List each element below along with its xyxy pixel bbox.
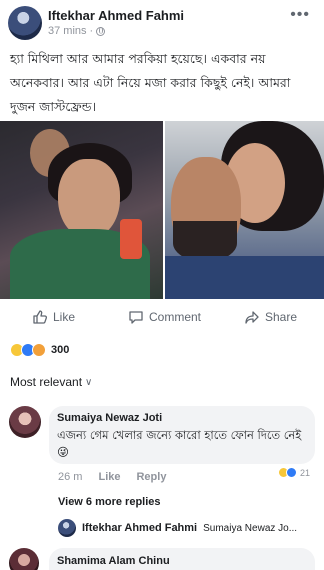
- comment-meta: 26 m Like Reply: [58, 471, 166, 483]
- post-meta: 37 mins ·: [48, 25, 106, 37]
- comment-avatar[interactable]: [9, 406, 41, 438]
- share-icon: [245, 311, 259, 324]
- comment-text: এজন্য গেম খেলার জন্যে কারো হাতে ফোন দিতে…: [57, 428, 302, 459]
- comment-reply-link[interactable]: Reply: [136, 471, 166, 483]
- globe-icon: [96, 26, 106, 36]
- comment-avatar[interactable]: [9, 548, 39, 570]
- avatar[interactable]: [58, 519, 76, 537]
- post-text: হ্যা মিথিলা আর আমার পরকিয়া হয়েছে। একবা…: [10, 51, 291, 114]
- chevron-down-icon: ∨: [85, 376, 93, 388]
- post-time[interactable]: 37 mins: [48, 25, 87, 37]
- post-actions: Like Comment Share: [0, 304, 324, 330]
- reply-preview-text: Sumaiya Newaz Jo...: [203, 522, 298, 534]
- reaction-count: 300: [51, 344, 70, 356]
- photo-grid: [0, 121, 324, 299]
- comment-author[interactable]: Shamima Alam Chinu: [57, 555, 170, 567]
- post-header: Iftekhar Ahmed Fahmi 37 mins · •••: [0, 0, 324, 42]
- comment-bubble: Shamima Alam Chinu: [49, 548, 315, 570]
- meta-separator: ·: [89, 25, 94, 37]
- sort-label: Most relevant: [10, 375, 83, 389]
- post-photo-2[interactable]: [165, 121, 324, 299]
- like-label: Like: [53, 310, 76, 324]
- comment-bubble: Sumaiya Newaz Joti এজন্য গেম খেলার জন্যে…: [49, 406, 315, 464]
- view-more-replies-link[interactable]: View 6 more replies: [58, 496, 161, 508]
- comment-like-link[interactable]: Like: [98, 471, 120, 483]
- reaction-summary[interactable]: 300: [10, 342, 69, 358]
- reply-author[interactable]: Iftekhar Ahmed Fahmi: [82, 522, 197, 534]
- like-button[interactable]: Like: [32, 304, 75, 330]
- share-label: Share: [265, 310, 298, 324]
- avatar[interactable]: [8, 6, 42, 40]
- wow-reaction-icon: [32, 343, 46, 357]
- comment-button[interactable]: Comment: [128, 304, 201, 330]
- comment-reaction-count: 21: [299, 467, 310, 478]
- comment-icon: [129, 311, 143, 324]
- more-options-icon[interactable]: •••: [290, 6, 310, 24]
- comment-time: 26 m: [58, 471, 83, 483]
- comment-label: Comment: [149, 310, 202, 324]
- post-photo-1[interactable]: [0, 121, 163, 299]
- comment-sort-dropdown[interactable]: Most relevant ∨: [10, 375, 92, 389]
- reply-preview-row[interactable]: Iftekhar Ahmed Fahmi Sumaiya Newaz Jo...: [58, 518, 318, 538]
- thumbs-up-icon: [33, 310, 48, 324]
- share-button[interactable]: Share: [244, 304, 297, 330]
- post-author-name[interactable]: Iftekhar Ahmed Fahmi: [48, 8, 184, 23]
- comment-author[interactable]: Sumaiya Newaz Joti: [57, 412, 162, 424]
- like-reaction-icon: [285, 467, 297, 478]
- comment-reactions[interactable]: 21: [277, 467, 310, 478]
